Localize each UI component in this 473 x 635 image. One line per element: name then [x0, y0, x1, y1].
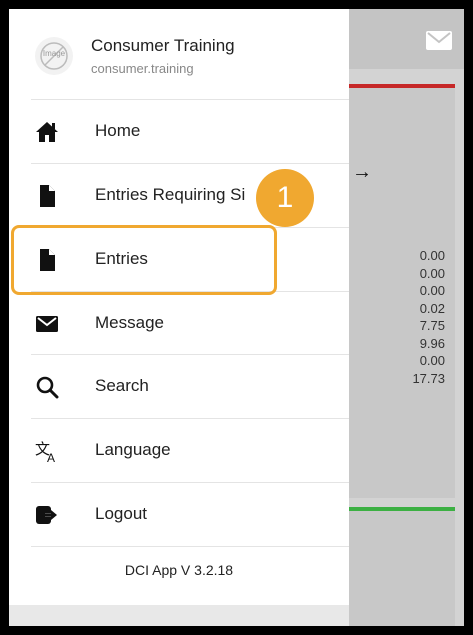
translate-icon: 文 A [35, 440, 55, 463]
app-version: DCI App V 3.2.18 [124, 562, 234, 578]
envelope-icon [36, 316, 58, 332]
value-item: 0.00 [419, 248, 445, 263]
logout-icon [36, 506, 57, 524]
mail-icon[interactable] [426, 31, 452, 50]
divider [31, 546, 349, 547]
step-badge: 1 [256, 169, 314, 227]
avatar: Image [35, 37, 73, 75]
menu-item-home[interactable]: Home [9, 100, 349, 163]
value-item: 0.00 [419, 265, 445, 281]
profile-header: Image Consumer Training consumer.trainin… [9, 9, 349, 99]
value-item: 0.02 [419, 300, 445, 316]
menu-item-logout[interactable]: Logout [9, 483, 349, 546]
menu-item-search[interactable]: Search [9, 355, 349, 418]
navigation-drawer: Image Consumer Training consumer.trainin… [9, 9, 349, 626]
menu-item-label: Home [95, 121, 141, 140]
menu-item-label: Message [95, 313, 164, 332]
profile-name: Consumer Training [91, 36, 235, 55]
menu-item-label: Language [95, 440, 171, 459]
search-icon [36, 376, 59, 399]
value-item: 0.00 [419, 353, 445, 368]
value-item: 0.00 [419, 283, 445, 298]
document-icon [40, 185, 55, 207]
menu-item-message[interactable]: Message [9, 292, 349, 355]
menu-item-label: Entries Requiring Si [95, 185, 246, 204]
drawer-footer [9, 605, 349, 626]
value-item: 7.75 [419, 318, 445, 333]
value-item: 17.73 [412, 370, 445, 386]
menu-item-label: Search [95, 376, 149, 395]
step-highlight-frame [11, 225, 277, 295]
menu-item-label: Logout [95, 504, 147, 523]
menu-item-language[interactable]: 文 A Language [9, 419, 349, 482]
avatar-label: Image [42, 49, 66, 58]
arrow-right-icon[interactable]: → [352, 161, 372, 184]
value-list: 0.00 0.00 0.00 0.02 7.75 9.96 0.00 17.73 [389, 247, 445, 387]
svg-text:A: A [47, 451, 55, 463]
value-item: 9.96 [419, 335, 445, 351]
app-screen: → 0.00 0.00 0.00 0.02 7.75 9.96 0.00 17.… [9, 9, 464, 626]
profile-username: consumer.training [91, 61, 194, 76]
home-icon [36, 122, 58, 142]
